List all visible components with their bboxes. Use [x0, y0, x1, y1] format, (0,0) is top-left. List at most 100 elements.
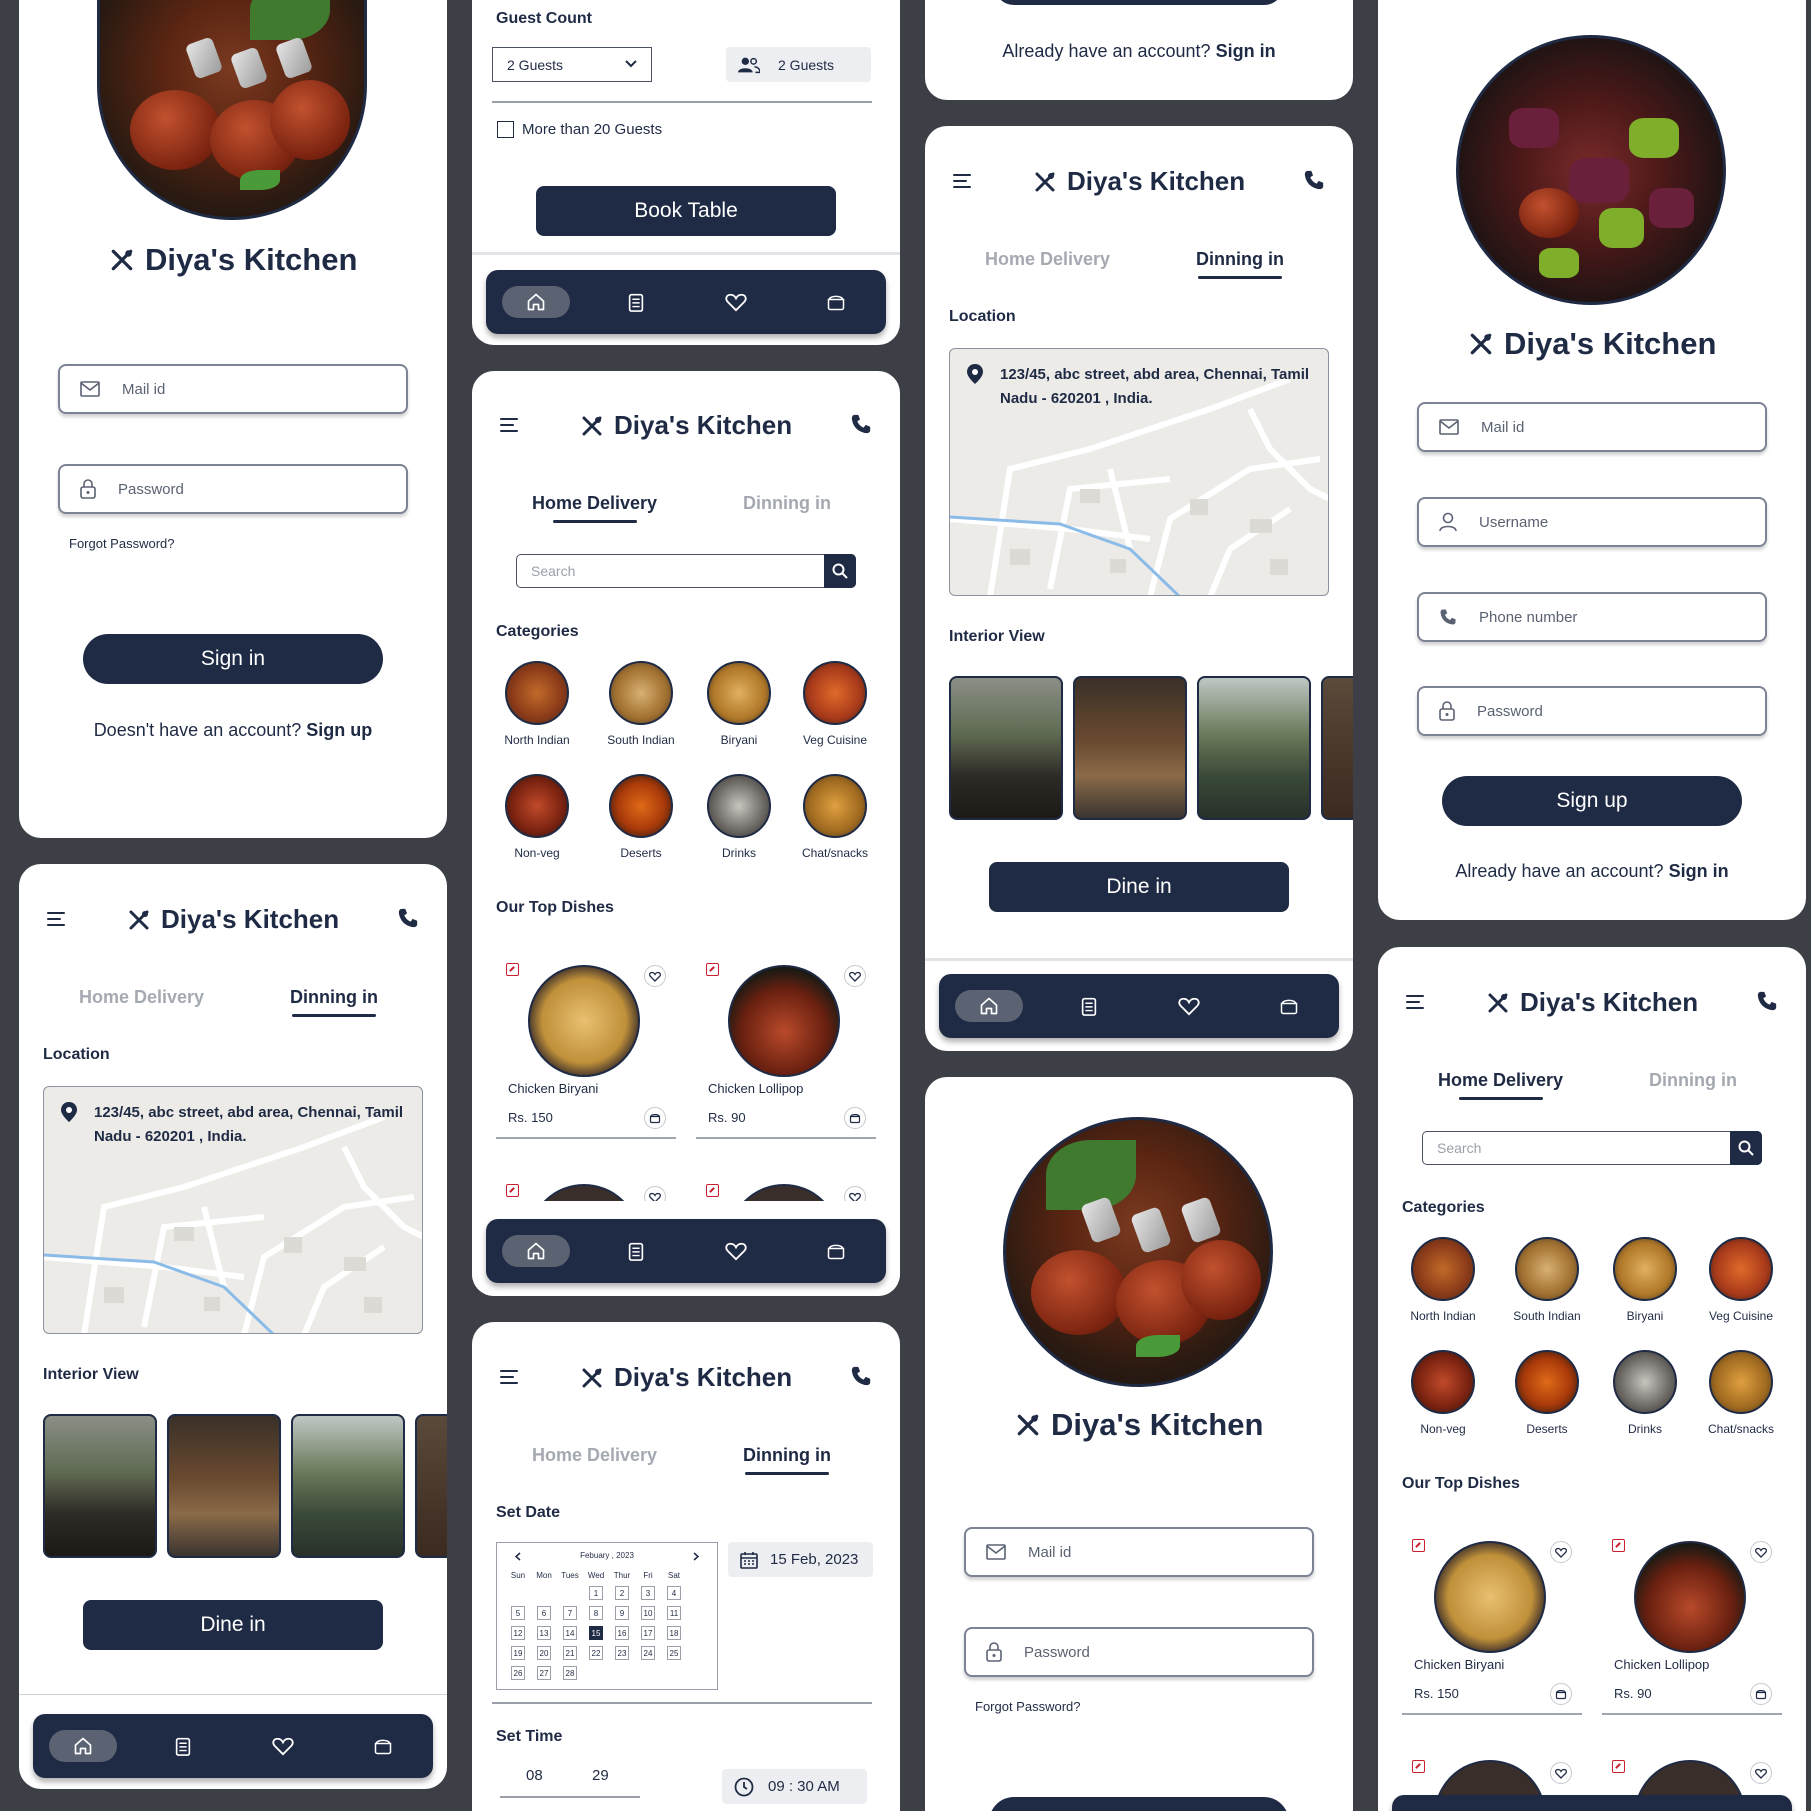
category-biryani[interactable]: Biryani — [694, 661, 784, 747]
calendar-day[interactable]: 18 — [667, 1626, 681, 1640]
interior-photo[interactable] — [415, 1414, 447, 1558]
nav-favorites[interactable] — [1155, 990, 1223, 1022]
search-input[interactable]: Search — [1422, 1131, 1762, 1165]
menu-icon[interactable] — [1406, 995, 1424, 1009]
menu-icon[interactable] — [500, 418, 518, 432]
category-biryani[interactable]: Biryani — [1600, 1237, 1690, 1323]
tab-home-delivery[interactable]: Home Delivery — [79, 987, 204, 1008]
tab-dinning-in[interactable]: Dinning in — [1196, 249, 1284, 270]
category-non-veg[interactable]: Non-veg — [492, 774, 582, 860]
category-veg-cuisine[interactable]: Veg Cuisine — [1696, 1237, 1786, 1323]
calendar-day[interactable]: 15 — [589, 1626, 603, 1640]
category-north-indian[interactable]: North Indian — [1398, 1237, 1488, 1323]
email-field[interactable]: Mail id — [964, 1527, 1314, 1577]
sign-up-button-edge[interactable] — [994, 0, 1284, 5]
phone-icon[interactable] — [850, 413, 872, 435]
category-drinks[interactable]: Drinks — [1600, 1350, 1690, 1436]
nav-home[interactable] — [502, 1235, 570, 1267]
interior-photo[interactable] — [291, 1414, 405, 1558]
menu-icon[interactable] — [47, 912, 65, 926]
tab-home-delivery[interactable]: Home Delivery — [1438, 1070, 1563, 1091]
calendar-day[interactable]: 6 — [537, 1606, 551, 1620]
calendar-day[interactable]: 17 — [641, 1626, 655, 1640]
favorite-button[interactable] — [1550, 1762, 1572, 1784]
tab-dinning-in[interactable]: Dinning in — [290, 987, 378, 1008]
nav-home[interactable] — [955, 990, 1023, 1022]
nav-home[interactable] — [502, 286, 570, 318]
search-button[interactable] — [1730, 1131, 1762, 1165]
interior-gallery[interactable] — [43, 1414, 447, 1558]
tab-home-delivery[interactable]: Home Delivery — [532, 1445, 657, 1466]
calendar-day[interactable]: 25 — [667, 1646, 681, 1660]
tab-home-delivery[interactable]: Home Delivery — [532, 493, 657, 514]
calendar-day[interactable]: 14 — [563, 1626, 577, 1640]
phone-icon[interactable] — [397, 907, 419, 929]
phone-icon[interactable] — [1303, 169, 1325, 191]
category-chat-snacks[interactable]: Chat/snacks — [790, 774, 880, 860]
book-table-button[interactable]: Book Table — [536, 186, 836, 236]
calendar-day[interactable]: 12 — [511, 1626, 525, 1640]
category-non-veg[interactable]: Non-veg — [1398, 1350, 1488, 1436]
menu-icon[interactable] — [500, 1370, 518, 1384]
nav-cart[interactable] — [349, 1730, 417, 1762]
tab-home-delivery[interactable]: Home Delivery — [985, 249, 1110, 270]
add-to-cart-button[interactable] — [1550, 1683, 1572, 1705]
category-deserts[interactable]: Deserts — [596, 774, 686, 860]
interior-photo[interactable] — [1321, 676, 1353, 820]
nav-orders[interactable] — [1055, 990, 1123, 1022]
password-field[interactable]: Password — [1417, 686, 1767, 736]
nav-favorites[interactable] — [702, 1235, 770, 1267]
favorite-button[interactable] — [644, 965, 666, 987]
sign-in-link[interactable]: Sign in — [1669, 861, 1729, 881]
guest-select[interactable]: 2 Guests — [492, 47, 652, 82]
calendar-day[interactable]: 23 — [615, 1646, 629, 1660]
category-deserts[interactable]: Deserts — [1502, 1350, 1592, 1436]
dine-in-button[interactable]: Dine in — [83, 1600, 383, 1650]
calendar-day[interactable]: 26 — [511, 1666, 525, 1680]
chevron-right-icon[interactable] — [693, 1552, 699, 1561]
menu-icon[interactable] — [953, 174, 971, 188]
nav-cart[interactable] — [802, 1235, 870, 1267]
calendar-day[interactable]: 11 — [667, 1606, 681, 1620]
email-field[interactable]: Mail id — [1417, 402, 1767, 452]
email-field[interactable]: Mail id — [58, 364, 408, 414]
calendar-day[interactable]: 13 — [537, 1626, 551, 1640]
phone-icon[interactable] — [850, 1365, 872, 1387]
hour-picker[interactable]: 08 — [526, 1767, 543, 1784]
calendar-day[interactable]: 10 — [641, 1606, 655, 1620]
calendar-day[interactable]: 27 — [537, 1666, 551, 1680]
nav-orders[interactable] — [602, 286, 670, 318]
sign-up-button[interactable]: Sign up — [1442, 776, 1742, 826]
category-chat-snacks[interactable]: Chat/snacks — [1696, 1350, 1786, 1436]
phone-field[interactable]: Phone number — [1417, 592, 1767, 642]
calendar-day[interactable]: 28 — [563, 1666, 577, 1680]
nav-favorites[interactable] — [702, 286, 770, 318]
username-field[interactable]: Username — [1417, 497, 1767, 547]
calendar-day[interactable]: 24 — [641, 1646, 655, 1660]
calendar-day[interactable]: 22 — [589, 1646, 603, 1660]
category-south-indian[interactable]: South Indian — [596, 661, 686, 747]
calendar-day[interactable]: 16 — [615, 1626, 629, 1640]
nav-favorites[interactable] — [249, 1730, 317, 1762]
minute-picker[interactable]: 29 — [592, 1767, 609, 1784]
forgot-password-link[interactable]: Forgot Password? — [975, 1699, 1081, 1714]
calendar-day[interactable]: 5 — [511, 1606, 525, 1620]
calendar-day[interactable]: 8 — [589, 1606, 603, 1620]
tab-dinning-in[interactable]: Dinning in — [743, 493, 831, 514]
category-north-indian[interactable]: North Indian — [492, 661, 582, 747]
nav-home[interactable] — [49, 1730, 117, 1762]
sign-in-button[interactable] — [989, 1797, 1289, 1811]
interior-gallery[interactable] — [949, 676, 1353, 820]
search-input[interactable]: Search — [516, 554, 856, 588]
favorite-button[interactable] — [844, 965, 866, 987]
add-to-cart-button[interactable] — [844, 1107, 866, 1129]
category-drinks[interactable]: Drinks — [694, 774, 784, 860]
sign-in-button[interactable]: Sign in — [83, 634, 383, 684]
calendar-day[interactable]: 2 — [615, 1586, 629, 1600]
favorite-button[interactable] — [1750, 1541, 1772, 1563]
sign-in-link[interactable]: Sign in — [1216, 41, 1276, 61]
interior-photo[interactable] — [1197, 676, 1311, 820]
more-guests-checkbox[interactable] — [497, 121, 514, 138]
calendar-day[interactable]: 4 — [667, 1586, 681, 1600]
time-chip[interactable]: 09 : 30 AM — [722, 1769, 867, 1804]
